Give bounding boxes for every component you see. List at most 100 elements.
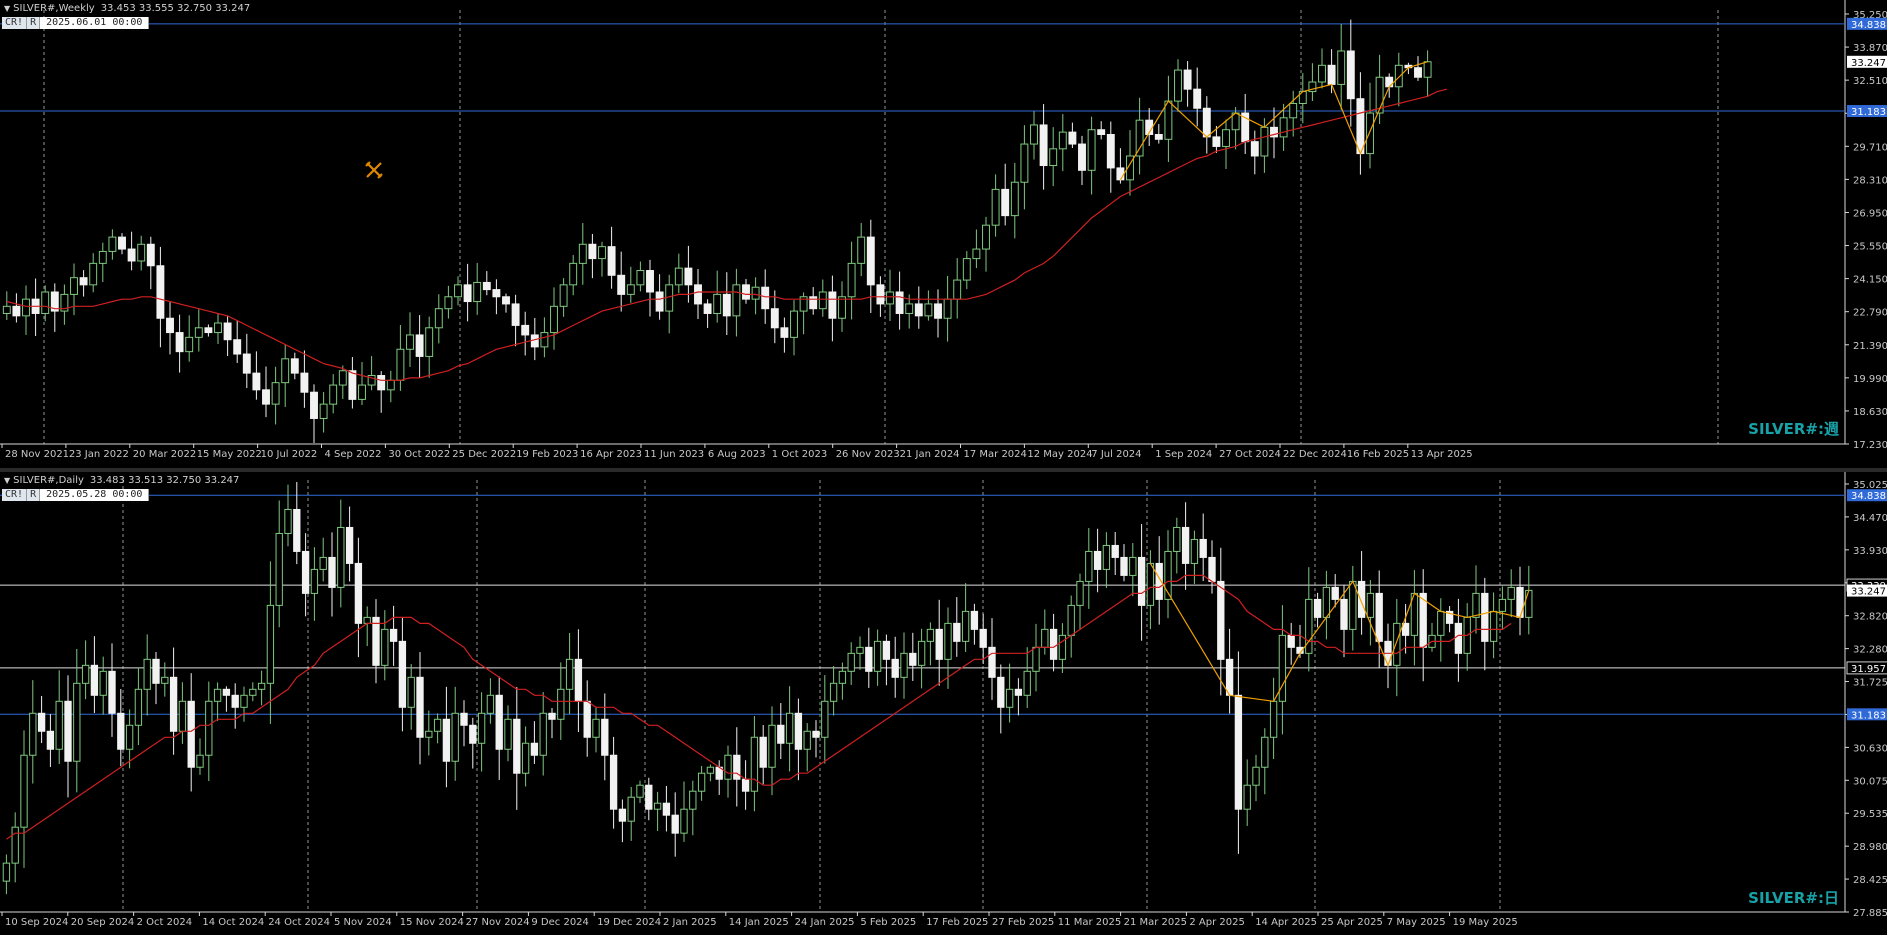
time-tick-label: 28 Nov 2021	[5, 449, 69, 460]
candle-body	[281, 358, 290, 384]
candle-body	[1049, 628, 1058, 660]
candle-body	[809, 296, 818, 310]
candle-body	[301, 550, 310, 594]
candle-body	[557, 688, 565, 720]
candle-body	[262, 389, 270, 405]
daily-chart[interactable]: 35.02534.47033.93033.37532.82032.28031.7…	[0, 472, 1887, 935]
price-tick-label: 28.980	[1853, 842, 1887, 853]
candle-body	[1327, 64, 1336, 85]
candle-body	[574, 658, 583, 702]
candle-body	[988, 646, 996, 678]
candle-body	[609, 754, 618, 810]
time-tick-label: 20 Sep 2024	[71, 917, 134, 928]
candle-body	[953, 622, 961, 642]
candle-body	[794, 712, 803, 750]
candle-body	[891, 658, 899, 678]
candle-body	[1030, 124, 1038, 145]
candle-body	[504, 718, 512, 750]
candle-body	[1010, 181, 1019, 217]
candle-body	[1357, 580, 1366, 618]
candle-body	[873, 640, 882, 672]
candle-body	[909, 652, 917, 666]
time-tick-label: 25 Apr 2025	[1321, 917, 1383, 928]
candle-body	[482, 281, 491, 291]
candle-body	[118, 236, 126, 250]
candle-body	[29, 712, 37, 756]
candle-body	[803, 730, 811, 750]
candle-body	[565, 658, 574, 690]
candle-body	[2, 862, 11, 882]
time-tick-label: 14 Oct 2024	[202, 917, 264, 928]
candle-body	[187, 700, 195, 768]
candle-body	[143, 658, 151, 690]
candle-body	[473, 281, 482, 303]
candle-body	[953, 279, 962, 300]
time-tick-label: 27 Oct 2024	[1219, 449, 1281, 460]
candle-body	[1164, 100, 1173, 140]
collapse-triangle-icon[interactable]: ▼	[4, 476, 10, 485]
weekly-tag-cr[interactable]: CR!	[2, 17, 28, 29]
candle-body	[1289, 102, 1298, 119]
daily-tag-cr[interactable]: CR!	[2, 489, 28, 501]
candle-body	[79, 277, 88, 286]
candle-body	[578, 243, 587, 264]
price-tick-label: 32.510	[1853, 76, 1887, 87]
time-tick-label: 1 Sep 2024	[1155, 449, 1212, 460]
candle-body	[559, 284, 568, 307]
candle-body	[1193, 88, 1202, 109]
candle-body	[240, 694, 248, 708]
time-tick-label: 16 Apr 2023	[580, 449, 642, 460]
time-tick-label: 17 Mar 2024	[964, 449, 1027, 460]
candle-body	[1222, 129, 1230, 147]
candle-body	[1020, 143, 1029, 183]
candle-body	[838, 670, 847, 684]
time-tick-label: 19 Feb 2023	[516, 449, 578, 460]
candle-body	[1322, 586, 1331, 618]
candle-body	[81, 664, 90, 684]
daily-tag-r[interactable]: R	[27, 489, 41, 501]
candle-body	[674, 267, 683, 286]
candle-body	[156, 265, 165, 319]
candle-body	[213, 688, 222, 702]
candle-body	[329, 384, 338, 405]
time-tick-label: 14 Jan 2025	[729, 917, 789, 928]
candle-body	[319, 403, 328, 419]
candle-body	[618, 808, 627, 822]
time-tick-label: 4 Sep 2022	[325, 449, 382, 460]
candle-body	[785, 712, 794, 744]
collapse-triangle-icon[interactable]: ▼	[4, 4, 10, 13]
candle-body	[511, 303, 520, 326]
candle-body	[770, 308, 779, 329]
candle-body	[363, 616, 371, 624]
candle-body	[1067, 604, 1075, 636]
weekly-chart[interactable]: 35.25033.87032.51031.15029.71028.31026.9…	[0, 0, 1887, 468]
candle-body	[1278, 634, 1287, 702]
daily-chart-pane[interactable]: 35.02534.47033.93033.37532.82032.28031.7…	[0, 472, 1887, 935]
candle-body	[521, 324, 530, 336]
candle-body	[645, 784, 653, 810]
daily-header: ▼ SILVER#,Daily 33.483 33.513 32.750 33.24…	[4, 475, 239, 486]
daily-tag-box[interactable]: CR! R 2025.05.28 00:00	[2, 489, 150, 501]
candle-body	[222, 688, 231, 696]
time-tick-label: 25 Dec 2022	[452, 449, 516, 460]
candle-body	[790, 310, 798, 338]
candle-body	[1337, 50, 1346, 85]
candle-body	[970, 610, 979, 630]
weekly-tag-r[interactable]: R	[27, 17, 41, 29]
candle-body	[300, 372, 309, 393]
candle-body	[293, 508, 301, 552]
candle-body	[1093, 550, 1102, 570]
candle-body	[242, 353, 251, 374]
candle-body	[1014, 688, 1023, 696]
candle-body	[1489, 610, 1498, 642]
candle-body	[1039, 124, 1048, 167]
candle-body	[486, 694, 495, 714]
candle-body	[502, 296, 510, 305]
weekly-tag-box[interactable]: CR! R 2025.06.01 00:00	[2, 17, 150, 29]
candle-body	[1401, 622, 1410, 636]
time-tick-label: 13 Apr 2025	[1411, 449, 1473, 460]
weekly-chart-pane[interactable]: 35.25033.87032.51031.15029.71028.31026.9…	[0, 0, 1887, 468]
candle-body	[680, 808, 688, 834]
candle-body	[689, 790, 697, 810]
candle-body	[1385, 76, 1394, 88]
